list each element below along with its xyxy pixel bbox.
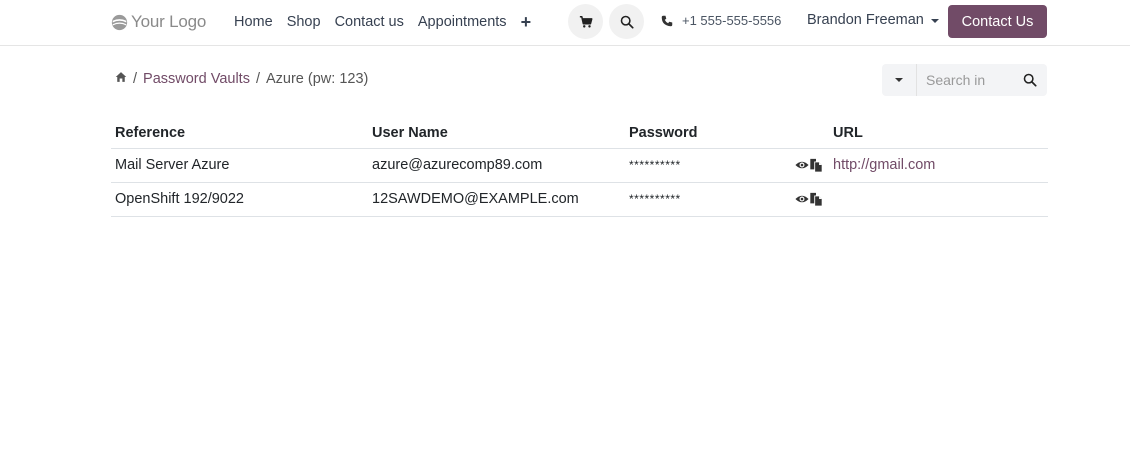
copy-password-button[interactable] [809,192,823,206]
user-menu-dropdown[interactable]: Brandon Freeman [807,12,939,28]
home-link[interactable] [115,71,127,87]
phone-number: +1 555-555-5556 [682,13,782,28]
cell-user-name: azure@azurecomp89.com [368,148,625,183]
phone-icon [661,15,673,26]
copy-password-button[interactable] [809,158,823,172]
table-row: Mail Server Azure azure@azurecomp89.com … [111,148,1048,183]
top-navbar: Your Logo Home Shop Contact us Appointme… [0,0,1130,46]
header-user-name: User Name [368,118,625,149]
search-submit-button[interactable] [1013,64,1047,96]
add-menu-plus-icon[interactable]: + [521,13,532,31]
header-actions [790,118,833,149]
search-toggle-button[interactable] [609,4,644,39]
menu-item-contact-us[interactable]: Contact us [335,14,404,30]
menu-item-home[interactable]: Home [234,14,273,30]
table-row: OpenShift 192/9022 12SAWDEMO@EXAMPLE.com… [111,182,1048,217]
main-menu: Home Shop Contact us Appointments + [234,12,531,32]
header-password: Password [625,118,790,149]
show-password-button[interactable] [795,158,809,172]
menu-item-appointments[interactable]: Appointments [418,14,507,30]
logo-icon [111,14,128,30]
copy-icon [810,192,822,206]
site-logo[interactable]: Your Logo [111,11,206,33]
url-link[interactable]: http://gmail.com [833,157,935,173]
password-vault-table: Reference User Name Password URL Mail Se… [111,118,1048,217]
search-icon [620,15,634,29]
breadcrumb-separator: / [255,71,260,87]
cell-url [833,182,1048,217]
cart-icon [579,15,592,28]
contact-us-button[interactable]: Contact Us [948,5,1047,38]
menu-item-shop[interactable]: Shop [287,14,321,30]
eye-icon [795,195,809,203]
header-url: URL [833,118,1048,149]
phone-link[interactable]: +1 555-555-5556 [661,13,781,28]
chevron-down-icon [930,19,939,23]
search-input[interactable] [917,64,1013,96]
breadcrumb-separator: / [133,71,138,87]
search-bar [882,64,1047,96]
cell-actions [790,182,833,217]
breadcrumb-password-vaults[interactable]: Password Vaults [143,71,250,87]
show-password-button[interactable] [795,192,809,206]
user-name: Brandon Freeman [807,12,924,28]
cell-password: ********** [625,148,790,183]
cell-reference: Mail Server Azure [111,148,368,183]
cell-url: http://gmail.com [833,148,1048,183]
eye-icon [795,161,809,169]
copy-icon [810,158,822,172]
cell-reference: OpenShift 192/9022 [111,182,368,217]
chevron-down-icon [895,78,903,82]
logo-text: Your Logo [131,12,207,31]
breadcrumb: / Password Vaults / Azure (pw: 123) [115,71,368,87]
cart-button[interactable] [568,4,603,39]
cell-user-name: 12SAWDEMO@EXAMPLE.com [368,182,625,217]
search-filter-dropdown[interactable] [882,64,917,96]
cell-password: ********** [625,182,790,217]
table-header-row: Reference User Name Password URL [111,118,1048,149]
header-reference: Reference [111,118,368,149]
home-icon [115,72,127,82]
search-icon [1023,73,1037,87]
cell-actions [790,148,833,183]
breadcrumb-current: Azure (pw: 123) [265,71,369,87]
